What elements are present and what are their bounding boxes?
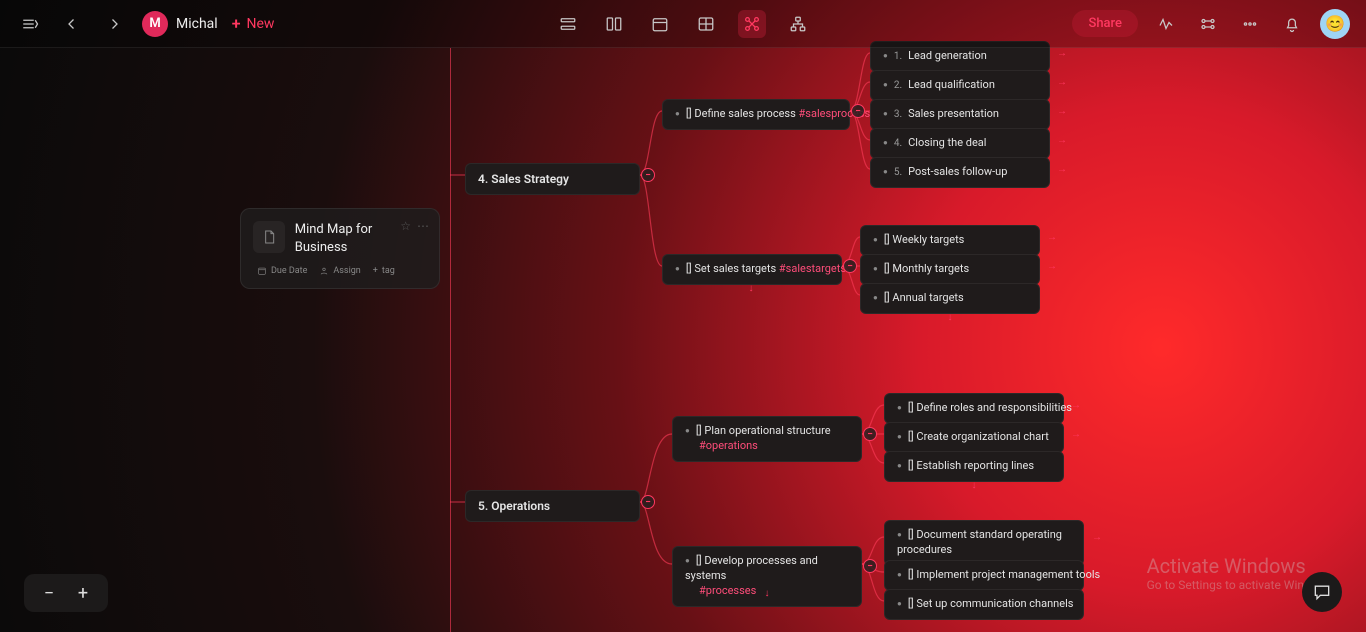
table-view-icon[interactable] bbox=[692, 10, 720, 38]
expand-handle[interactable]: → bbox=[1069, 427, 1083, 441]
sidebar-toggle-icon[interactable] bbox=[16, 10, 44, 38]
zoom-controls: − + bbox=[24, 574, 108, 612]
zoom-out-button[interactable]: − bbox=[38, 582, 60, 604]
node-operations[interactable]: 5. Operations bbox=[465, 490, 640, 522]
add-child-handle[interactable]: ↓ bbox=[760, 586, 774, 600]
node-label: [] Document standard operating procedure… bbox=[897, 528, 1062, 556]
node-monthly-targets[interactable]: ●[] Monthly targets bbox=[860, 254, 1040, 285]
node-label: Sales presentation bbox=[908, 107, 999, 120]
collapse-handle[interactable]: − bbox=[851, 104, 865, 118]
org-view-icon[interactable] bbox=[784, 10, 812, 38]
plus-icon: + bbox=[232, 14, 241, 33]
node-post-sales-followup[interactable]: ●5.Post-sales follow-up bbox=[870, 157, 1050, 188]
profile-avatar[interactable]: 😊 bbox=[1320, 9, 1350, 39]
node-label: Lead qualification bbox=[908, 78, 995, 91]
collapse-handle[interactable]: − bbox=[641, 168, 655, 182]
node-weekly-targets[interactable]: ●[] Weekly targets bbox=[860, 225, 1040, 256]
expand-handle[interactable]: → bbox=[1055, 46, 1069, 60]
node-sales-strategy[interactable]: 4. Sales Strategy bbox=[465, 163, 640, 195]
view-switcher bbox=[554, 10, 812, 38]
top-bar: M Michal + New Share bbox=[0, 0, 1366, 48]
node-tag: #salestargets bbox=[779, 262, 846, 275]
new-button[interactable]: + New bbox=[232, 14, 275, 33]
workspace-avatar: M bbox=[142, 11, 168, 37]
document-icon bbox=[253, 221, 285, 253]
assign-label: Assign bbox=[333, 266, 360, 276]
trunk-line bbox=[450, 48, 451, 632]
node-setup-comm-channels[interactable]: ●[] Set up communication channels bbox=[884, 589, 1084, 620]
workspace-name: Michal bbox=[176, 16, 218, 32]
forward-icon[interactable] bbox=[100, 10, 128, 38]
node-more-icon[interactable]: ⋯ bbox=[417, 219, 429, 233]
mindmap-view-icon[interactable] bbox=[738, 10, 766, 38]
tag-label: tag bbox=[382, 266, 395, 276]
node-create-org-chart[interactable]: ●[] Create organizational chart bbox=[884, 422, 1064, 453]
node-sales-presentation[interactable]: ●3.Sales presentation bbox=[870, 99, 1050, 130]
node-label: [] Create organizational chart bbox=[908, 430, 1049, 443]
collapse-handle[interactable]: − bbox=[641, 495, 655, 509]
node-label: [] Annual targets bbox=[884, 291, 964, 304]
node-label: [] Monthly targets bbox=[884, 262, 969, 275]
add-child-handle[interactable]: ↓ bbox=[744, 281, 758, 295]
bell-icon[interactable] bbox=[1278, 10, 1306, 38]
node-label: [] Set up communication channels bbox=[908, 597, 1074, 610]
expand-handle[interactable]: → bbox=[1045, 259, 1059, 273]
expand-handle[interactable]: → bbox=[1055, 162, 1069, 176]
more-icon[interactable] bbox=[1236, 10, 1264, 38]
assign-button[interactable]: Assign bbox=[319, 266, 360, 276]
settings-icon[interactable] bbox=[1194, 10, 1222, 38]
collapse-handle[interactable]: − bbox=[843, 259, 857, 273]
expand-handle[interactable]: → bbox=[1055, 75, 1069, 89]
calendar-view-icon[interactable] bbox=[646, 10, 674, 38]
node-lead-qualification[interactable]: ●2.Lead qualification bbox=[870, 70, 1050, 101]
node-label: Closing the deal bbox=[908, 136, 986, 149]
node-label: [] Define roles and responsibilities bbox=[908, 401, 1072, 414]
expand-handle[interactable]: → bbox=[1045, 230, 1059, 244]
node-label: [] Develop processes and systems bbox=[685, 554, 818, 582]
add-child-handle[interactable]: ↓ bbox=[967, 478, 981, 492]
expand-handle[interactable]: → bbox=[1090, 565, 1104, 579]
expand-handle[interactable]: → bbox=[1069, 398, 1083, 412]
workspace-chip[interactable]: M Michal bbox=[142, 11, 218, 37]
expand-handle[interactable]: → bbox=[1090, 530, 1104, 544]
node-define-sales-process[interactable]: ●[] Define sales process #salesprocess bbox=[662, 99, 850, 130]
node-tag: #processes bbox=[699, 584, 756, 597]
node-label: [] Define sales process bbox=[686, 107, 796, 120]
add-tag-button[interactable]: + tag bbox=[373, 266, 395, 276]
node-label: [] Plan operational structure bbox=[696, 424, 831, 437]
collapse-handle[interactable]: − bbox=[863, 427, 877, 441]
add-child-handle[interactable]: ↓ bbox=[943, 310, 957, 324]
due-date-label: Due Date bbox=[271, 266, 307, 276]
activity-icon[interactable] bbox=[1152, 10, 1180, 38]
node-label: [] Establish reporting lines bbox=[908, 459, 1034, 472]
node-tag: #operations bbox=[699, 439, 758, 452]
collapse-handle[interactable]: − bbox=[863, 559, 877, 573]
node-label: Post-sales follow-up bbox=[908, 165, 1007, 178]
list-view-icon[interactable] bbox=[554, 10, 582, 38]
node-plan-operational-structure[interactable]: ●[] Plan operational structure #operatio… bbox=[672, 416, 862, 462]
node-document-sop[interactable]: ●[] Document standard operating procedur… bbox=[884, 520, 1084, 566]
star-icon[interactable]: ☆ bbox=[400, 219, 411, 233]
node-label: Lead generation bbox=[908, 49, 987, 62]
expand-handle[interactable]: → bbox=[1055, 133, 1069, 147]
chat-button[interactable] bbox=[1302, 572, 1342, 612]
zoom-in-button[interactable]: + bbox=[72, 582, 94, 604]
node-label: [] Implement project management tools bbox=[908, 568, 1100, 581]
node-label: [] Weekly targets bbox=[884, 233, 965, 246]
back-icon[interactable] bbox=[58, 10, 86, 38]
node-closing-deal[interactable]: ●4.Closing the deal bbox=[870, 128, 1050, 159]
node-label: [] Set sales targets bbox=[686, 262, 776, 275]
root-node-card[interactable]: ☆ ⋯ Mind Map for Business Due Date Assig… bbox=[240, 208, 440, 289]
due-date-button[interactable]: Due Date bbox=[257, 266, 307, 276]
node-implement-pm-tools[interactable]: ●[] Implement project management tools bbox=[884, 560, 1084, 591]
share-button[interactable]: Share bbox=[1072, 10, 1138, 37]
expand-handle[interactable]: → bbox=[1055, 104, 1069, 118]
new-label: New bbox=[246, 16, 274, 32]
board-view-icon[interactable] bbox=[600, 10, 628, 38]
connection-lines bbox=[0, 48, 1366, 632]
mindmap-canvas[interactable]: ☆ ⋯ Mind Map for Business Due Date Assig… bbox=[0, 48, 1366, 632]
node-define-roles[interactable]: ●[] Define roles and responsibilities bbox=[884, 393, 1064, 424]
